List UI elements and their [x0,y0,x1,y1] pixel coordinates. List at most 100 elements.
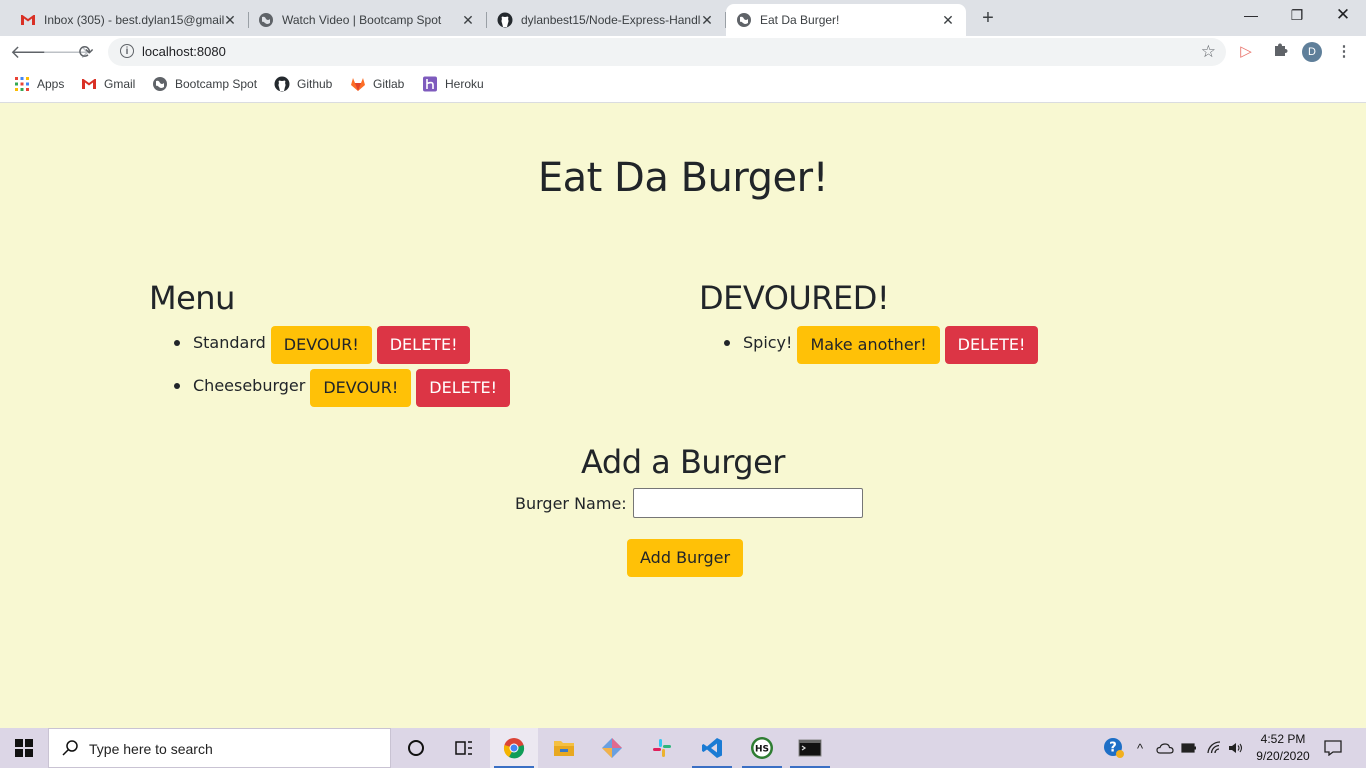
make-another-button[interactable]: Make another! [797,325,940,364]
bookmark-label: Gmail [104,77,136,91]
menu-list: Standard DEVOUR! DELETE! Cheeseburger DE… [173,323,515,409]
start-button[interactable] [0,728,48,768]
url-text: localhost:8080 [142,44,226,59]
burger-name: Cheeseburger [193,376,306,395]
extensions-icon[interactable] [1270,42,1290,62]
bookmark-bootcamp-spot[interactable]: Bootcamp Spot [152,76,257,92]
globe-icon [736,12,752,28]
bookmark-gmail[interactable]: Gmail [81,76,135,92]
list-item: Standard DEVOUR! DELETE! [173,323,515,366]
minimize-button[interactable]: — [1228,0,1274,30]
bookmark-apps[interactable]: Apps [14,76,64,92]
close-icon[interactable]: ✕ [460,12,476,28]
app-diamond-icon[interactable] [588,728,636,768]
close-icon[interactable]: ✕ [222,12,238,28]
reload-button[interactable]: ⟳ [74,40,98,64]
list-item: Cheeseburger DEVOUR! DELETE! [173,366,515,409]
bookmark-github[interactable]: Github [274,76,332,92]
devoured-list: Spicy! Make another! DELETE! [723,323,1043,366]
bookmark-gitlab[interactable]: Gitlab [350,76,404,92]
star-icon[interactable]: ☆ [1201,40,1216,64]
svg-text:HS: HS [755,745,769,755]
list-item: Spicy! Make another! DELETE! [723,323,1043,366]
add-burger-form: Burger Name: [515,488,863,518]
bookmarks-bar: Apps Gmail Bootcamp Spot Github Gitlab H… [0,68,1366,103]
delete-button[interactable]: DELETE! [416,368,511,407]
address-bar[interactable]: i localhost:8080 ☆ [108,38,1226,66]
gitlab-icon [350,76,366,92]
close-icon[interactable]: ✕ [940,12,956,28]
terminal-icon[interactable] [786,728,834,768]
page-content: Eat Da Burger! Menu Standard DEVOUR! DEL… [0,103,1366,728]
heroku-icon [422,76,438,92]
search-icon [61,739,79,762]
close-icon[interactable]: ✕ [699,12,715,28]
chevron-up-icon[interactable]: ^ [1130,728,1150,768]
search-placeholder: Type here to search [89,741,213,757]
bookmark-heroku[interactable]: Heroku [422,76,484,92]
add-burger-button[interactable]: Add Burger [627,539,744,577]
burger-name-input[interactable] [632,488,863,518]
windows-logo-icon [15,739,33,757]
cortana-icon[interactable] [392,728,440,768]
forward-button[interactable]: 🡒 [42,40,90,64]
browser-tab-strip: Inbox (305) - best.dylan15@gmail.com ✕ W… [0,0,1366,36]
bookmark-label: Gitlab [373,77,405,91]
clock-date: 9/20/2020 [1256,749,1310,763]
volume-icon[interactable] [1226,728,1246,768]
cast-icon[interactable]: ▷ [1236,42,1256,62]
github-icon [497,12,513,28]
delete-button[interactable]: DELETE! [376,325,471,364]
info-icon[interactable]: i [120,44,134,58]
menu-heading: Menu [149,279,235,317]
notifications-icon[interactable] [1320,728,1346,768]
add-burger-heading: Add a Burger [581,443,785,481]
chrome-icon[interactable] [490,728,538,768]
app-hs-icon[interactable]: HS [738,728,786,768]
github-icon [274,76,290,92]
svg-text:?: ? [1109,741,1117,756]
new-tab-button[interactable]: + [976,6,1000,30]
cloud-icon[interactable] [1154,728,1176,768]
close-window-button[interactable]: ✕ [1320,0,1366,30]
bookmark-label: Apps [37,77,65,91]
tab-inbox[interactable]: Inbox (305) - best.dylan15@gmail.com ✕ [10,4,249,36]
burger-name: Spicy! [743,333,793,352]
devour-button[interactable]: DEVOUR! [270,325,372,364]
tab-eat-da-burger[interactable]: Eat Da Burger! ✕ [726,4,966,36]
bookmark-label: Github [297,77,333,91]
devoured-heading: DEVOURED! [699,279,890,317]
system-clock[interactable]: 4:52 PM 9/20/2020 [1248,731,1318,765]
browser-toolbar: 🡐 🡒 ⟳ i localhost:8080 ☆ ▷ D ⋮ [0,36,1366,68]
menu-kebab-icon[interactable]: ⋮ [1334,42,1354,62]
tab-github-repo[interactable]: dylanbest15/Node-Express-Handlebars ✕ [487,4,726,36]
task-view-icon[interactable] [440,728,488,768]
file-explorer-icon[interactable] [540,728,588,768]
taskbar-search[interactable]: Type here to search [48,728,391,768]
gmail-icon [20,12,36,28]
globe-icon [258,12,274,28]
devour-button[interactable]: DEVOUR! [310,368,412,407]
wifi-icon[interactable] [1204,728,1224,768]
vscode-icon[interactable] [688,728,736,768]
tab-title: Watch Video | Bootcamp Spot [282,13,442,27]
windows-taskbar: Type here to search HS ? ^ 4:52 PM 9/20/… [0,728,1366,768]
back-button[interactable]: 🡐 [10,40,58,64]
restore-button[interactable]: ❐ [1274,0,1320,30]
burger-name-label: Burger Name: [515,493,627,513]
avatar[interactable]: D [1302,42,1322,62]
slack-icon[interactable] [638,728,686,768]
clock-time: 4:52 PM [1260,732,1306,746]
page-title: Eat Da Burger! [537,155,829,201]
globe-icon [152,76,168,92]
tab-watch-video[interactable]: Watch Video | Bootcamp Spot ✕ [248,4,487,36]
help-icon[interactable]: ? [1101,728,1127,768]
battery-icon[interactable] [1179,728,1199,768]
tab-title: dylanbest15/Node-Express-Handlebars [521,13,701,27]
delete-button[interactable]: DELETE! [944,325,1039,364]
burger-name: Standard [193,333,266,352]
apps-grid-icon [14,76,30,92]
gmail-icon [81,76,97,92]
bookmark-label: Bootcamp Spot [175,77,258,91]
bookmark-label: Heroku [445,77,484,91]
